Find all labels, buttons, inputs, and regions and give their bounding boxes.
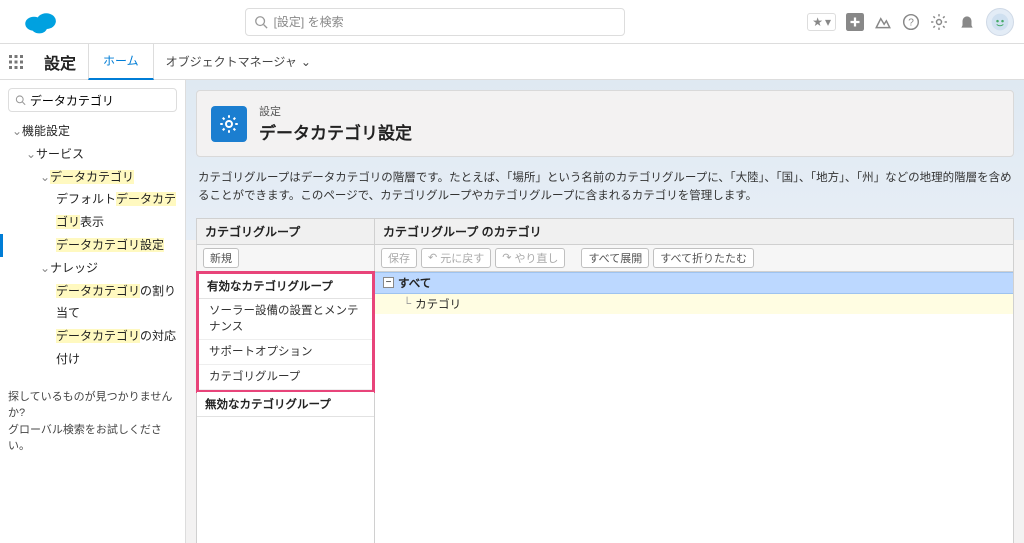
search-icon xyxy=(15,94,26,106)
collapse-icon[interactable]: − xyxy=(383,277,394,288)
page-description: カテゴリグループはデータカテゴリの階層です。たとえば、「場所」という名前のカテゴ… xyxy=(198,169,1012,206)
active-groups-header: 有効なカテゴリグループ xyxy=(199,274,372,299)
undo-icon: ↶ xyxy=(428,251,437,264)
collapse-all-button[interactable]: すべて折りたたむ xyxy=(653,248,754,268)
gear-icon xyxy=(211,106,247,142)
category-tree-title: カテゴリグループ のカテゴリ xyxy=(375,219,1013,245)
node-data-category-mapping[interactable]: データカテゴリの対応付け xyxy=(8,325,177,371)
tree-node-label: カテゴリ xyxy=(415,296,461,312)
favorites-dropdown[interactable]: ★ ▾ xyxy=(807,13,836,31)
tree-node-label: すべて xyxy=(398,275,431,291)
breadcrumb: 設定 xyxy=(259,103,412,119)
tab-object-manager-label: オブジェクトマネージャ xyxy=(166,53,297,70)
group-item[interactable]: ソーラー設備の設置とメンテナンス xyxy=(199,299,372,340)
sidebar-help-note: 探しているものが見つかりませんか? グローバル検索をお試しください。 xyxy=(8,389,177,455)
redo-icon: ↷ xyxy=(502,251,511,264)
category-group-panel: カテゴリグループ 新規 有効なカテゴリグループ ソーラー設備の設置とメンテナンス… xyxy=(197,219,375,543)
salesforce-logo-icon xyxy=(20,8,62,36)
tree-node-all[interactable]: − すべて xyxy=(375,272,1013,294)
new-group-button[interactable]: 新規 xyxy=(203,248,239,268)
category-group-title: カテゴリグループ xyxy=(197,219,374,245)
search-placeholder: [設定] を検索 xyxy=(274,13,344,30)
astro-icon xyxy=(990,12,1010,32)
chevron-down-icon: ▾ xyxy=(825,15,831,29)
global-search-input[interactable]: [設定] を検索 xyxy=(245,8,625,36)
page-title: データカテゴリ設定 xyxy=(259,119,412,144)
app-nav: 設定 ホーム オブジェクトマネージャ ⌄ xyxy=(0,44,1024,80)
category-tree-panel: カテゴリグループ のカテゴリ 保存 ↶元に戻す ↷やり直し すべて展開 すべて折… xyxy=(375,219,1013,543)
node-data-categories[interactable]: ⌄データカテゴリ xyxy=(8,166,177,189)
tab-home[interactable]: ホーム xyxy=(88,44,154,80)
header-utility: ★ ▾ ? xyxy=(807,8,1014,36)
highlight-annotation: 有効なカテゴリグループ ソーラー設備の設置とメンテナンス サポートオプション カ… xyxy=(196,271,375,393)
setup-tree: ⌄機能設定 ⌄サービス ⌄データカテゴリ デフォルトデータカテゴリ表示 データカ… xyxy=(8,120,177,371)
app-launcher-icon[interactable] xyxy=(0,54,32,70)
bell-icon[interactable] xyxy=(958,13,976,31)
category-panels: カテゴリグループ 新規 有効なカテゴリグループ ソーラー設備の設置とメンテナンス… xyxy=(196,218,1014,543)
redo-button[interactable]: ↷やり直し xyxy=(495,248,565,268)
expand-all-button[interactable]: すべて展開 xyxy=(581,248,649,268)
inactive-groups-header: 無効なカテゴリグループ xyxy=(197,392,374,417)
global-header: [設定] を検索 ★ ▾ ? xyxy=(0,0,1024,44)
undo-button[interactable]: ↶元に戻す xyxy=(421,248,491,268)
tab-object-manager[interactable]: オブジェクトマネージャ ⌄ xyxy=(154,53,323,70)
node-default-data-category-visibility[interactable]: デフォルトデータカテゴリ表示 xyxy=(8,188,177,234)
group-item[interactable]: カテゴリグループ xyxy=(199,365,372,390)
tree-node-category[interactable]: └ カテゴリ xyxy=(375,294,1013,314)
chevron-down-icon: ⌄ xyxy=(301,55,311,69)
quickfind-field[interactable] xyxy=(30,93,170,107)
group-item[interactable]: サポートオプション xyxy=(199,340,372,365)
node-knowledge[interactable]: ⌄ナレッジ xyxy=(8,257,177,280)
help-icon[interactable]: ? xyxy=(902,13,920,31)
node-feature-settings[interactable]: ⌄機能設定 xyxy=(8,120,177,143)
tree-branch-icon: └ xyxy=(403,298,411,310)
trailhead-icon[interactable] xyxy=(874,13,892,31)
page-header: 設定 データカテゴリ設定 xyxy=(196,90,1014,157)
avatar[interactable] xyxy=(986,8,1014,36)
main-content: 設定 データカテゴリ設定 カテゴリグループはデータカテゴリの階層です。たとえば、… xyxy=(186,80,1024,543)
node-data-category-setup[interactable]: データカテゴリ設定 xyxy=(8,234,177,257)
svg-text:?: ? xyxy=(908,17,914,28)
quickfind-input[interactable] xyxy=(8,88,177,112)
star-icon: ★ xyxy=(812,15,823,29)
app-name: 設定 xyxy=(32,50,88,74)
save-button[interactable]: 保存 xyxy=(381,248,417,268)
add-icon[interactable] xyxy=(846,13,864,31)
search-icon xyxy=(254,15,268,29)
gear-icon[interactable] xyxy=(930,13,948,31)
setup-sidebar: ⌄機能設定 ⌄サービス ⌄データカテゴリ デフォルトデータカテゴリ表示 データカ… xyxy=(0,80,186,543)
node-data-category-assignments[interactable]: データカテゴリの割り当て xyxy=(8,280,177,326)
node-service[interactable]: ⌄サービス xyxy=(8,143,177,166)
